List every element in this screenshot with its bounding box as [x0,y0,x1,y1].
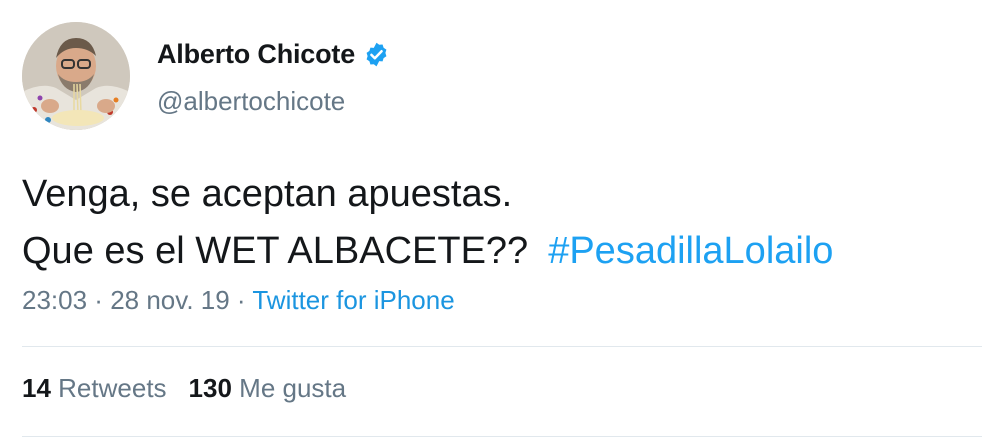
display-name[interactable]: Alberto Chicote [157,39,355,70]
retweets-count: 14 [22,373,51,403]
hashtag-link[interactable]: #PesadillaLolailo [548,230,833,272]
avatar-photo [22,22,130,130]
verified-badge-icon [363,41,390,68]
avatar[interactable] [22,22,130,130]
meta-separator: · [87,285,111,315]
tweet-date[interactable]: 28 nov. 19 [110,285,230,315]
retweets-label: Retweets [58,373,167,403]
likes-label: Me gusta [239,373,347,403]
user-handle[interactable]: @albertochicote [157,86,345,117]
likes-count: 130 [188,373,232,403]
tweet-line-2: Que es el WET ALBACETE?? [22,230,529,272]
user-name-row[interactable]: Alberto Chicote [157,34,390,74]
divider [22,436,982,437]
likes-stat[interactable]: 130 Me gusta [189,373,347,403]
retweets-stat[interactable]: 14 Retweets [22,373,167,403]
tweet-source-link[interactable]: Twitter for iPhone [252,285,454,315]
tweet-stats: 14 Retweets 130 Me gusta [22,373,346,404]
tweet-line-1: Venga, se aceptan apuestas. [22,173,513,215]
tweet-time[interactable]: 23:03 [22,285,87,315]
divider [22,346,982,347]
tweet-metadata: 23:03 · 28 nov. 19 · Twitter for iPhone [22,285,455,316]
meta-separator: · [229,285,253,315]
tweet-text: Venga, se aceptan apuestas. Que es el WE… [22,166,833,280]
